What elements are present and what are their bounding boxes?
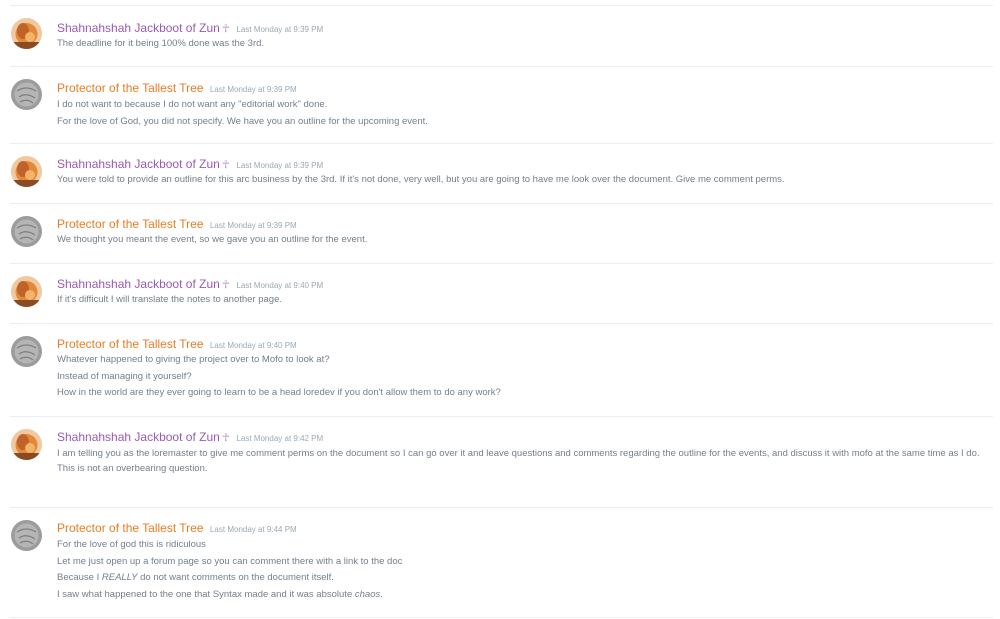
avatar[interactable] — [11, 156, 42, 187]
message-text: For the love of god this is ridiculous — [57, 539, 206, 550]
message-group: Protector of the Tallest Tree Last Monda… — [10, 508, 993, 619]
username[interactable]: Shahnahshah Jackboot of Zun — [57, 21, 220, 35]
message-text: Instead of managing it yourself? — [57, 370, 192, 382]
ankh-icon: ☥ — [221, 432, 231, 444]
timestamp: Last Monday at 9:39 PM — [236, 25, 324, 34]
ankh-icon: ☥ — [221, 279, 231, 291]
avatar[interactable] — [11, 520, 42, 551]
message-text: If it's difficult I will translate the n… — [57, 294, 283, 305]
message-text: You were told to provide an outline for … — [57, 174, 785, 185]
timestamp: Last Monday at 9:39 PM — [236, 161, 324, 170]
message-text: I saw what happened to the one that Synt… — [57, 588, 383, 600]
username[interactable]: Protector of the Tallest Tree — [57, 337, 204, 351]
avatar[interactable] — [11, 79, 42, 110]
avatar[interactable] — [11, 276, 42, 307]
avatar[interactable] — [11, 18, 42, 49]
timestamp: Last Monday at 9:40 PM — [236, 281, 324, 290]
username[interactable]: Protector of the Tallest Tree — [57, 217, 204, 231]
message-text: Because I REALLY do not want comments on… — [57, 572, 334, 583]
message-text: For the love of God, you did not specify… — [57, 115, 428, 127]
message-group: Shahnahshah Jackboot of Zun ☥ Last Monday… — [10, 264, 993, 324]
message-group: Protector of the Tallest Tree Last Monda… — [10, 67, 993, 144]
message-text: The deadline for it being 100% done was … — [57, 38, 265, 49]
message-group: Protector of the Tallest Tree Last Monda… — [10, 204, 993, 264]
message-group: Shahnahshah Jackboot of Zun ☥ Last Monday… — [10, 417, 993, 508]
message-group: Shahnahshah Jackboot of Zun ☥ Last Monday… — [10, 144, 993, 204]
message-group: Protector of the Tallest Tree Last Monda… — [10, 324, 993, 417]
message-text: How in the world are they ever going to … — [57, 387, 501, 398]
avatar[interactable] — [11, 336, 42, 367]
username[interactable]: Protector of the Tallest Tree — [57, 81, 204, 95]
ankh-icon: ☥ — [221, 23, 231, 35]
divider — [10, 617, 993, 618]
message-group: Shahnahshah Jackboot of Zun ☥ Last Monday… — [10, 6, 993, 67]
username[interactable]: Shahnahshah Jackboot of Zun — [57, 430, 220, 444]
username[interactable]: Shahnahshah Jackboot of Zun — [57, 277, 220, 291]
avatar[interactable] — [11, 216, 42, 247]
timestamp: Last Monday at 9:44 PM — [209, 525, 297, 534]
username[interactable]: Protector of the Tallest Tree — [57, 521, 204, 535]
message-text: I do not want to because I do not want a… — [57, 99, 328, 110]
timestamp: Last Monday at 9:42 PM — [236, 434, 324, 443]
message-text: I am telling you as the loremaster to gi… — [57, 448, 980, 459]
username[interactable]: Shahnahshah Jackboot of Zun — [57, 157, 220, 171]
message-text: Whatever happened to giving the project … — [57, 354, 330, 365]
message-text: This is not an overbearing question. — [57, 463, 208, 474]
avatar[interactable] — [11, 429, 42, 460]
timestamp: Last Monday at 9:40 PM — [209, 341, 297, 350]
timestamp: Last Monday at 9:39 PM — [209, 85, 297, 94]
timestamp: Last Monday at 9:39 PM — [209, 221, 297, 230]
ankh-icon: ☥ — [221, 159, 231, 171]
message-text: We thought you meant the event, so we ga… — [57, 234, 368, 245]
message-text: Let me just open up a forum page so you … — [57, 555, 403, 567]
